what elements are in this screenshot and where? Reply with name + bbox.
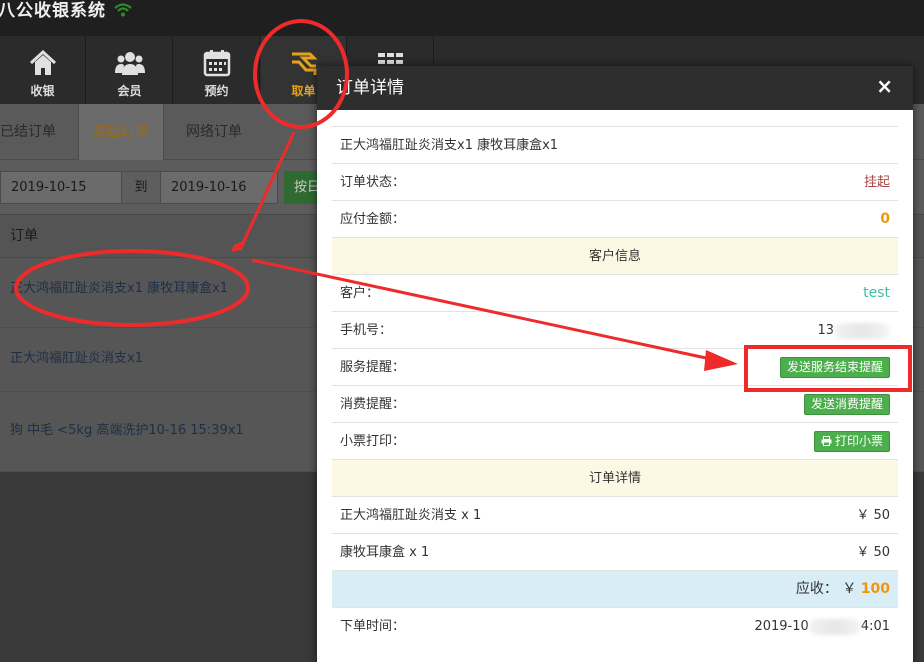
print-receipt-button[interactable]: 打印小票: [813, 431, 890, 452]
order-time-row: 下单时间： 2019-10 4:01: [332, 607, 898, 644]
order-time-value: 2019-10 4:01: [754, 608, 890, 645]
end-date-input[interactable]: 2019-10-16: [160, 171, 278, 204]
nav-label: 收银: [30, 84, 55, 98]
customer-value[interactable]: test: [863, 275, 890, 312]
payable-row: 应付金额： 0: [332, 200, 898, 237]
status-value: 挂起: [863, 175, 890, 190]
receipt-print-label: 小票打印：: [340, 434, 406, 449]
detail-section-header: 订单详情: [332, 459, 898, 496]
item-price: ￥ 50: [856, 545, 890, 560]
item-row: 正大鸿福肛趾炎消支 x 1 ￥ 50: [332, 496, 898, 533]
take-order-icon: [292, 52, 318, 75]
users-icon: [115, 52, 145, 75]
consume-reminder-label: 消费提醒：: [340, 397, 406, 412]
wifi-icon: [114, 3, 132, 17]
redacted-blur: [808, 618, 861, 635]
close-icon[interactable]: ×: [876, 66, 893, 106]
phone-label: 手机号：: [340, 323, 393, 338]
order-time-suffix: 4:01: [860, 619, 890, 634]
app-title: 八公收银系统: [0, 1, 106, 21]
top-bar: 八公收银系统: [0, 0, 924, 36]
order-summary: 正大鸿福肛趾炎消支x1 康牧耳康盒x1: [340, 138, 559, 153]
start-date-input[interactable]: 2019-10-15: [0, 171, 122, 204]
calendar-icon: [203, 50, 231, 77]
nav-members[interactable]: 会员: [87, 36, 173, 104]
modal-body: 正大鸿福肛趾炎消支x1 康牧耳康盒x1 订单状态： 挂起 应付金额： 0 客户信…: [332, 126, 898, 644]
order-row-text: 正大鸿福肛趾炎消支x1: [10, 351, 143, 366]
to-label: 到: [121, 171, 161, 204]
order-time-prefix: 2019-10: [754, 619, 809, 634]
order-row-text: 正大鸿福肛趾炎消支x1 康牧耳康盒x1: [10, 281, 229, 296]
modal-header: 订单详情 ×: [317, 66, 913, 110]
item-name: 康牧耳康盒 x 1: [340, 545, 430, 560]
payable-label: 应付金额：: [340, 212, 406, 227]
total-currency: ￥: [842, 581, 857, 597]
item-name: 正大鸿福肛趾炎消支 x 1: [340, 508, 482, 523]
order-detail-modal: 订单详情 × 正大鸿福肛趾炎消支x1 康牧耳康盒x1 订单状态： 挂起 应付金额…: [317, 66, 913, 662]
item-row: 康牧耳康盒 x 1 ￥ 50: [332, 533, 898, 570]
consume-reminder-row: 消费提醒： 发送消费提醒: [332, 385, 898, 422]
total-row: 应收： ￥ 100: [332, 570, 898, 607]
nav-cashier[interactable]: 收银: [0, 36, 86, 104]
order-row-text: 狗 中毛 <5kg 高端洗护10-16 15:39x1: [10, 423, 244, 438]
customer-label: 客户：: [340, 286, 380, 301]
phone-row: 手机号： 13: [332, 311, 898, 348]
tab-suspended[interactable]: 挂起订单: [78, 104, 164, 160]
status-row: 订单状态： 挂起: [332, 163, 898, 200]
modal-title: 订单详情: [336, 78, 404, 98]
send-service-end-reminder-button[interactable]: 发送服务结束提醒: [779, 357, 890, 378]
order-time-label: 下单时间：: [340, 619, 406, 634]
send-consume-reminder-button[interactable]: 发送消费提醒: [803, 394, 890, 415]
phone-visible-digits: 13: [817, 323, 834, 338]
receipt-print-row: 小票打印： 打印小票: [332, 422, 898, 459]
total-value: 100: [860, 581, 890, 597]
service-reminder-row: 服务提醒： 发送服务结束提醒: [332, 348, 898, 385]
print-receipt-label: 打印小票: [834, 434, 883, 448]
home-icon: [29, 49, 57, 75]
total-label: 应收：: [795, 581, 838, 597]
tab-online[interactable]: 网络订单: [172, 104, 256, 160]
customer-section-header: 客户信息: [332, 237, 898, 274]
payable-value: 0: [880, 211, 890, 227]
nav-label: 会员: [117, 84, 142, 98]
status-label: 订单状态：: [340, 175, 406, 190]
printer-icon: [821, 436, 832, 446]
item-price: ￥ 50: [856, 508, 890, 523]
customer-row: 客户： test: [332, 274, 898, 311]
tab-settled[interactable]: 已结订单: [0, 104, 70, 160]
total-amount: 应收： ￥ 100: [796, 571, 890, 608]
nav-label: 预约: [204, 84, 229, 98]
phone-value: 13: [817, 312, 890, 349]
service-reminder-label: 服务提醒：: [340, 360, 406, 375]
redacted-blur: [834, 322, 890, 339]
nav-booking[interactable]: 预约: [174, 36, 260, 104]
order-summary-row: 正大鸿福肛趾炎消支x1 康牧耳康盒x1: [332, 126, 898, 163]
